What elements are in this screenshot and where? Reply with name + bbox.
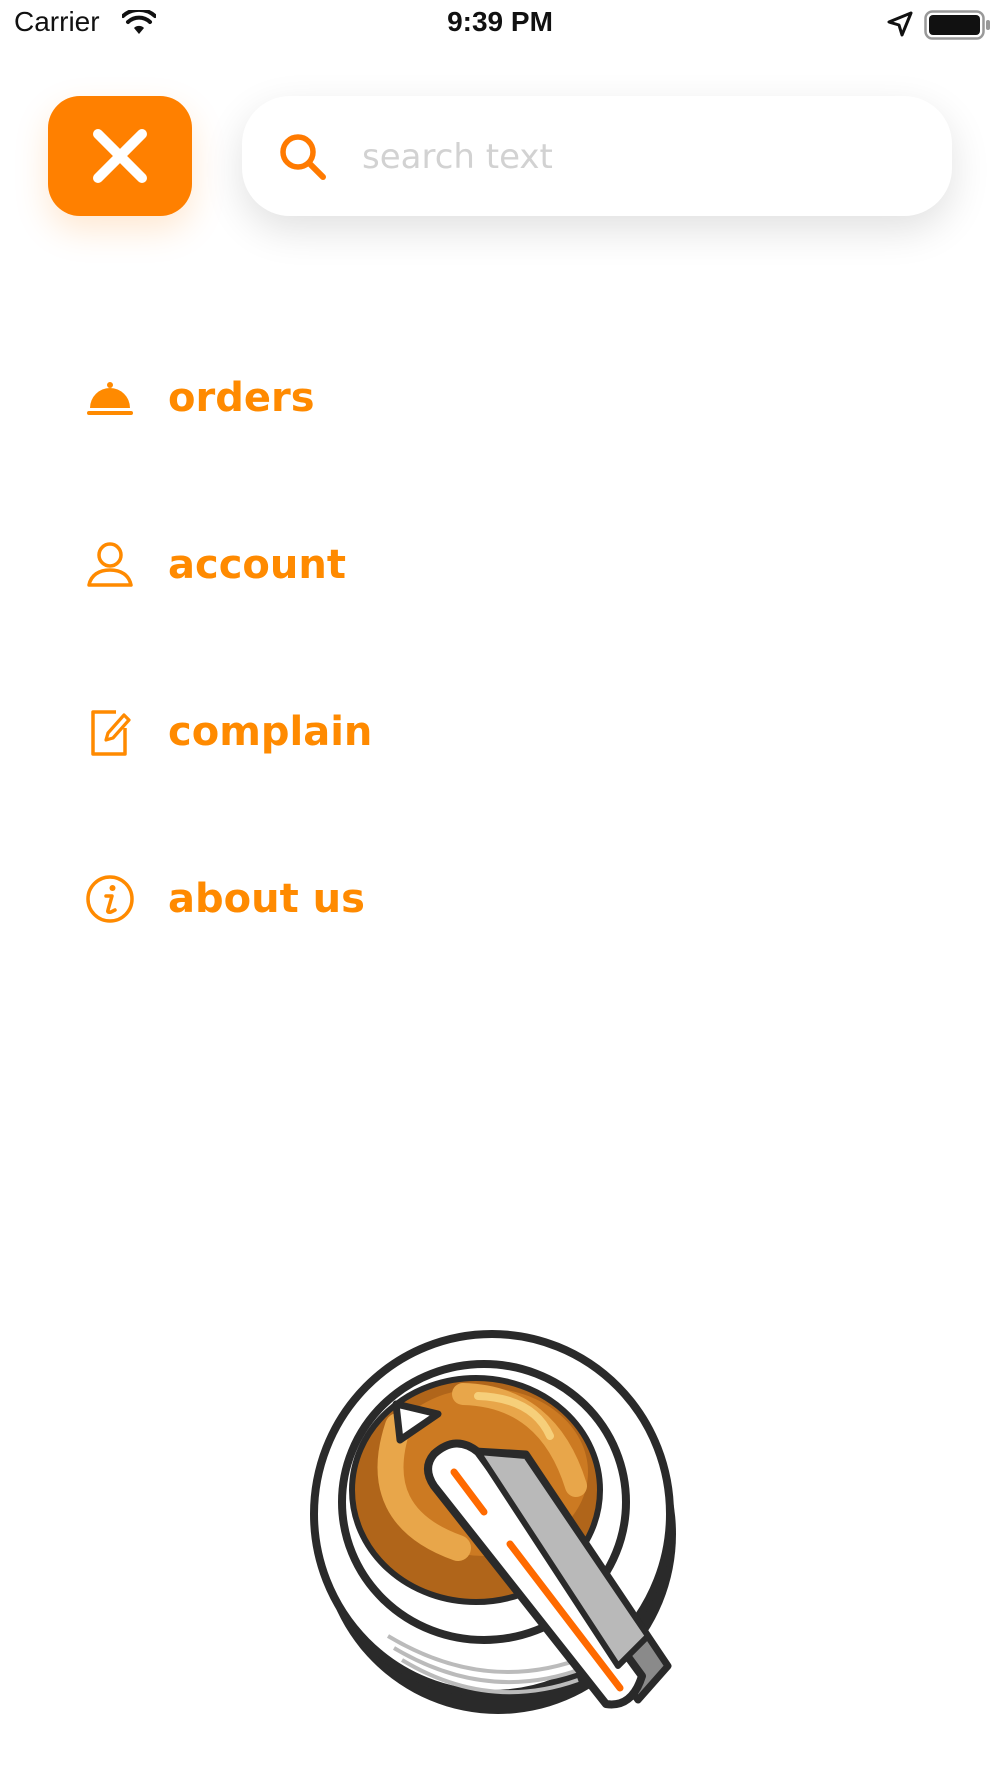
battery-icon (924, 10, 990, 40)
food-cloche-icon (82, 370, 138, 426)
menu-item-about-us[interactable]: about us (82, 859, 582, 939)
menu-label-orders: orders (168, 375, 315, 421)
menu-item-orders[interactable]: orders (82, 358, 582, 438)
edit-note-icon (82, 704, 138, 760)
menu-label-account: account (168, 542, 346, 588)
clock-time: 9:39 PM (447, 6, 553, 37)
app-logo (310, 1330, 676, 1714)
search-icon (280, 134, 326, 180)
status-bar: Carrier 9:39 PM (0, 0, 1000, 50)
close-icon (93, 129, 147, 183)
info-icon (82, 871, 138, 927)
menu-item-complain[interactable]: complain (82, 692, 582, 772)
user-icon (82, 537, 138, 593)
menu-label-complain: complain (168, 709, 373, 755)
menu-item-account[interactable]: account (82, 525, 582, 605)
close-menu-button[interactable] (48, 96, 192, 216)
search-input[interactable] (360, 122, 924, 192)
menu-label-about-us: about us (168, 876, 365, 922)
location-icon (887, 11, 913, 37)
search-bar[interactable] (242, 96, 952, 216)
